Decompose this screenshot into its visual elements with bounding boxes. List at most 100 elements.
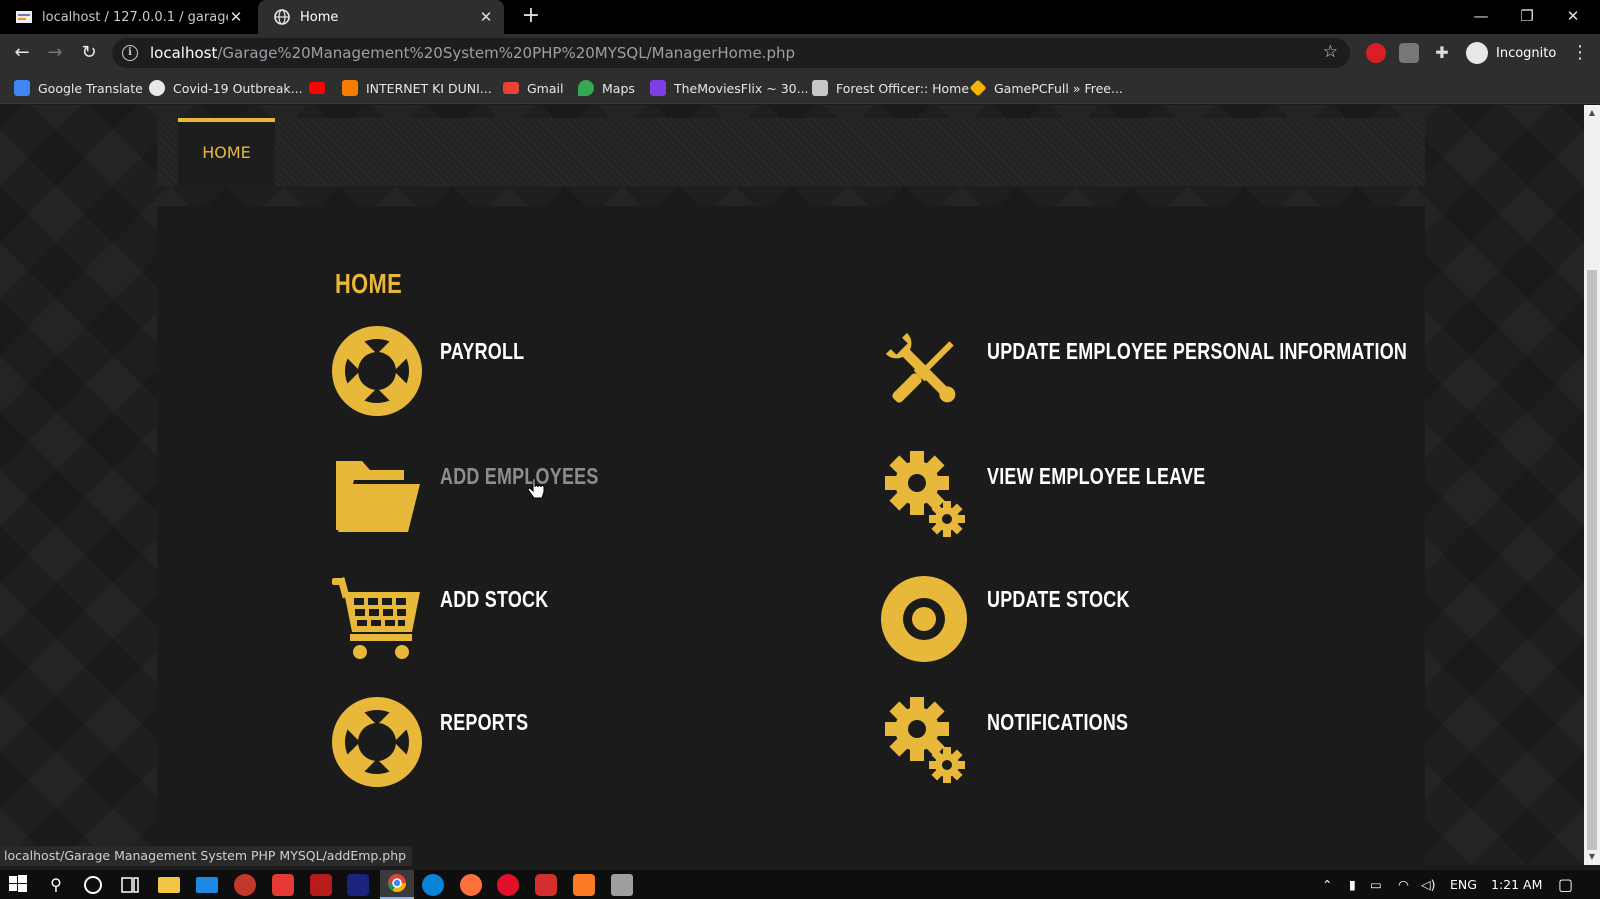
- menu-item-update-employee[interactable]: UPDATE EMPLOYEE PERSONAL INFORMATION: [879, 326, 1419, 426]
- menu-label-add-employees[interactable]: ADD EMPLOYEES: [440, 463, 599, 490]
- bookmark-label: Forest Officer:: Home: [836, 80, 970, 96]
- nav-home-link[interactable]: HOME: [178, 118, 275, 186]
- tab-title: Home: [300, 9, 339, 25]
- target-icon: [879, 574, 969, 664]
- bookmark-internet[interactable]: INTERNET KI DUNI...: [342, 79, 492, 97]
- restore-icon[interactable]: ❐: [1504, 0, 1550, 34]
- menu-label-payroll[interactable]: PAYROLL: [440, 338, 524, 365]
- opera-icon[interactable]: [497, 874, 519, 896]
- page-title: HOME: [335, 268, 403, 299]
- cortana-icon[interactable]: [82, 874, 104, 896]
- bookmarks-bar: Google Translate Covid-19 Outbreak... IN…: [0, 72, 1600, 104]
- clock-time[interactable]: 1:21 AM: [1491, 870, 1542, 899]
- menu-label-view-leave[interactable]: VIEW EMPLOYEE LEAVE: [987, 463, 1205, 490]
- bookmark-youtube[interactable]: [309, 79, 333, 97]
- bookmark-star-icon[interactable]: ☆: [1323, 42, 1338, 62]
- scroll-up-icon[interactable]: ▲: [1584, 105, 1600, 121]
- xampp-icon[interactable]: [573, 874, 595, 896]
- extension-gray-icon[interactable]: [1399, 43, 1419, 63]
- extension-red-icon[interactable]: [1366, 43, 1386, 63]
- site-navbar: HOME: [157, 118, 1425, 186]
- tab-title: localhost / 127.0.0.1 / garage_ma: [42, 9, 228, 25]
- back-icon[interactable]: ←: [10, 42, 34, 64]
- menu-label-update-employee[interactable]: UPDATE EMPLOYEE PERSONAL INFORMATION: [987, 338, 1407, 365]
- app-adobe-icon[interactable]: [310, 874, 332, 896]
- chrome-taskbar-button[interactable]: [380, 870, 414, 899]
- volume-icon[interactable]: ◁): [1421, 870, 1436, 899]
- menu-label-add-stock[interactable]: ADD STOCK: [440, 586, 548, 613]
- menu-label-reports[interactable]: REPORTS: [440, 709, 528, 736]
- task-view-icon[interactable]: [119, 874, 141, 896]
- cart-icon: [332, 574, 422, 664]
- menu-label-notifications[interactable]: NOTIFICATIONS: [987, 709, 1128, 736]
- bookmark-forest-officer[interactable]: Forest Officer:: Home: [812, 79, 969, 97]
- menu-item-payroll[interactable]: PAYROLL: [332, 326, 872, 426]
- incognito-indicator[interactable]: Incognito: [1466, 38, 1556, 68]
- address-bar[interactable]: i localhost/Garage%20Management%20System…: [112, 38, 1350, 68]
- bookmark-covid[interactable]: Covid-19 Outbreak...: [149, 79, 303, 97]
- menu-item-add-employees[interactable]: ADD EMPLOYEES: [332, 451, 872, 551]
- tab-strip: localhost / 127.0.0.1 / garage_ma ✕ Home…: [0, 0, 1600, 34]
- new-tab-button[interactable]: +: [518, 4, 544, 30]
- bookmark-maps[interactable]: Maps: [578, 79, 635, 97]
- windows-taskbar: ⚲ ⌃ ▮ ▭ ◠ ◁) ENG 1:21 AM ▢: [0, 870, 1600, 899]
- menu-label-update-stock[interactable]: UPDATE STOCK: [987, 586, 1130, 613]
- bookmark-gmail[interactable]: Gmail: [503, 79, 563, 97]
- reload-icon[interactable]: ↻: [77, 42, 101, 64]
- app-red-icon[interactable]: [272, 874, 294, 896]
- search-icon[interactable]: ⚲: [45, 874, 67, 896]
- close-tab-icon[interactable]: ✕: [478, 8, 494, 26]
- incognito-icon: [1466, 42, 1488, 64]
- windows-start-icon[interactable]: [8, 874, 30, 896]
- bookmark-label: TheMoviesFlix ~ 30...: [674, 80, 809, 96]
- close-tab-icon[interactable]: ✕: [228, 8, 244, 26]
- lifebuoy-icon: [332, 326, 422, 416]
- bookmark-gamepcfull[interactable]: GamePCFull » Free...: [969, 79, 1123, 97]
- microphone-icon[interactable]: ▮: [1349, 870, 1356, 899]
- scrollbar-thumb[interactable]: [1587, 270, 1597, 850]
- bookmark-label: Maps: [602, 80, 635, 96]
- file-explorer-icon[interactable]: [158, 877, 180, 893]
- hand-cursor-icon: [527, 478, 545, 505]
- menu-item-view-leave[interactable]: VIEW EMPLOYEE LEAVE: [879, 451, 1419, 551]
- bookmark-label: Covid-19 Outbreak...: [173, 80, 303, 96]
- folder-icon: [332, 451, 422, 541]
- edge-icon[interactable]: [422, 874, 444, 896]
- wrench-screwdriver-icon: [879, 326, 969, 416]
- bookmark-label: INTERNET KI DUNI...: [366, 80, 492, 96]
- page-scrollbar[interactable]: ▲ ▼: [1584, 105, 1600, 865]
- blogger-icon: [342, 80, 358, 96]
- app-gear-icon[interactable]: [234, 874, 256, 896]
- extensions-puzzle-icon[interactable]: ✚: [1432, 43, 1452, 63]
- minimize-icon[interactable]: —: [1458, 0, 1504, 34]
- tab-phpmyadmin[interactable]: localhost / 127.0.0.1 / garage_ma ✕: [0, 0, 254, 34]
- bookmark-moviesflix[interactable]: TheMoviesFlix ~ 30...: [650, 79, 809, 97]
- battery-icon[interactable]: ▭: [1370, 870, 1382, 899]
- menu-item-notifications[interactable]: NOTIFICATIONS: [879, 697, 1419, 797]
- app-screen-recorder-icon[interactable]: [535, 874, 557, 896]
- lifebuoy-icon: [332, 697, 422, 787]
- menu-item-update-stock[interactable]: UPDATE STOCK: [879, 574, 1419, 674]
- menu-item-reports[interactable]: REPORTS: [332, 697, 872, 797]
- page-viewport: HOME HOME PAYROLL UPDATE EMPLOYEE PERSON…: [0, 105, 1584, 865]
- wifi-icon[interactable]: ◠: [1398, 870, 1409, 899]
- scroll-down-icon[interactable]: ▼: [1584, 849, 1600, 865]
- notification-center-icon[interactable]: ▢: [1558, 870, 1573, 899]
- mail-icon[interactable]: [196, 877, 218, 893]
- tray-chevron-icon[interactable]: ⌃: [1322, 870, 1332, 899]
- browser-menu-icon[interactable]: ⋮: [1570, 42, 1590, 63]
- maps-icon: [578, 80, 594, 96]
- database-icon[interactable]: [611, 874, 633, 896]
- app-terminal-icon[interactable]: [347, 874, 369, 896]
- globe-icon: [274, 9, 290, 25]
- bookmark-google-translate[interactable]: Google Translate: [14, 79, 143, 97]
- window-close-icon[interactable]: ✕: [1550, 0, 1596, 34]
- youtube-icon: [309, 82, 325, 94]
- language-indicator[interactable]: ENG: [1450, 870, 1477, 899]
- menu-item-add-stock[interactable]: ADD STOCK: [332, 574, 872, 674]
- browser-toolbar: ← → ↻ i localhost/Garage%20Management%20…: [0, 34, 1600, 72]
- site-info-icon[interactable]: i: [122, 45, 138, 61]
- firefox-icon[interactable]: [460, 874, 482, 896]
- tab-home[interactable]: Home ✕: [258, 0, 504, 34]
- forward-icon[interactable]: →: [43, 42, 67, 64]
